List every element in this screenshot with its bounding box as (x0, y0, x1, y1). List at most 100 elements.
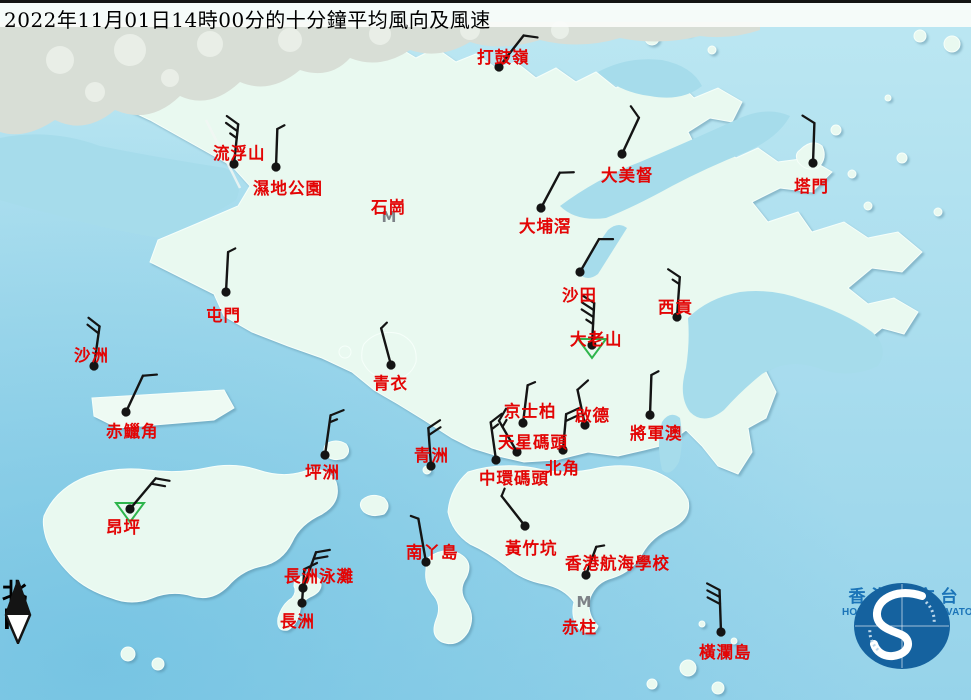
wind-barb-tick (316, 550, 330, 552)
wind-barb-tick (226, 123, 237, 131)
station-dot (512, 447, 521, 456)
wind-barb-tick (651, 371, 658, 375)
wind-barb-tick (707, 583, 719, 590)
wind-barb-shaft (126, 376, 143, 412)
wind-barb-tick (802, 116, 814, 123)
station-dot (426, 461, 435, 470)
wind-barb-tick (566, 415, 579, 421)
station-dot (575, 267, 584, 276)
wind-barb-tick (314, 556, 328, 558)
wind-barb-tick (88, 318, 99, 327)
station-大老山 (578, 295, 606, 358)
station-赤鱲角 (121, 375, 157, 417)
wind-barb-shaft (381, 328, 391, 365)
station-流浮山 (226, 116, 239, 169)
station-layer: MM (0, 0, 971, 700)
station-將軍澳 (645, 371, 658, 419)
wind-barb-shaft (523, 385, 528, 423)
wind-barb-tick (228, 248, 235, 252)
wind-barb-tick (156, 478, 170, 480)
wind-barb-tick (631, 106, 639, 117)
missing-data-marker: M (382, 208, 397, 226)
station-dot (421, 557, 430, 566)
station-坪洲 (320, 410, 343, 459)
wind-barb-shaft (276, 129, 277, 167)
station-大埔滘 (536, 172, 573, 212)
station-天星碼頭 (499, 409, 522, 457)
wind-barb-tick (582, 302, 594, 310)
wind-barb-tick (331, 410, 344, 415)
station-石崗: M (382, 208, 397, 226)
wind-barb-tick (502, 489, 505, 496)
station-屯門 (221, 248, 235, 296)
wind-barb-tick (230, 133, 237, 138)
station-沙田 (575, 239, 613, 277)
station-dot (320, 450, 329, 459)
wind-barb-tick (151, 484, 165, 486)
station-dot (518, 418, 527, 427)
wind-barb-shaft (580, 239, 599, 272)
station-塔門 (802, 116, 817, 168)
compass-arrow-icon (2, 580, 34, 644)
map-title: 2022年11月01日14時00分的十分鐘平均風向及風速 (4, 4, 491, 33)
station-青衣 (381, 323, 395, 370)
wind-barb-tick (596, 545, 604, 546)
station-橫瀾島 (707, 583, 725, 636)
wind-barb-tick (492, 424, 498, 429)
wind-barb-tick (429, 427, 441, 435)
wind-barb-tick (411, 516, 419, 519)
wind-barb-shaft (541, 173, 560, 208)
station-dot (125, 504, 134, 513)
station-dot (645, 410, 654, 419)
station-dot (494, 62, 503, 71)
wind-barb-tick (708, 597, 720, 604)
wind-barb-tick (566, 408, 579, 414)
station-打鼓嶺 (494, 35, 537, 71)
station-dot (386, 360, 395, 369)
station-dot (229, 159, 238, 168)
station-西貢 (668, 269, 681, 321)
station-dot (587, 340, 596, 349)
station-dot (271, 162, 280, 171)
wind-barb-shaft (302, 569, 304, 603)
wind-barb-tick (277, 125, 284, 129)
wind-barb-tick (143, 375, 157, 376)
station-dot (580, 420, 589, 429)
wind-barb-shaft (650, 375, 651, 415)
station-dot (297, 598, 306, 607)
wind-barb-tick (227, 116, 238, 124)
station-dot (121, 407, 130, 416)
wind-barb-tick (503, 420, 507, 427)
wind-barb-tick (578, 380, 588, 389)
station-dot (581, 570, 590, 579)
title-bar: 2022年11月01日14時00分的十分鐘平均風向及風速 (0, 0, 971, 27)
hko-logo-icon (842, 580, 962, 672)
station-黃竹坑 (502, 489, 530, 531)
station-dot (716, 627, 725, 636)
station-dot (808, 158, 817, 167)
station-大美督 (617, 106, 639, 158)
wind-barb-tick (582, 309, 594, 317)
wind-barb-tick (668, 269, 680, 277)
wind-barb-shaft (502, 496, 525, 526)
wind-barb-shaft (499, 421, 517, 452)
station-南丫島 (411, 516, 431, 567)
station-dot (672, 312, 681, 321)
wind-barb-tick (381, 323, 387, 329)
station-沙洲 (88, 318, 100, 371)
hko-logo: 香港天文台 HONG KONG OBSERVATORY (842, 580, 970, 618)
station-dot (536, 203, 545, 212)
wind-barb-tick (707, 590, 719, 597)
station-dot (221, 287, 230, 296)
station-dot (558, 445, 567, 454)
wind-barb-tick (582, 295, 594, 303)
station-香港航海學校 (581, 545, 604, 579)
station-京士柏 (518, 382, 535, 427)
wind-barb-shaft (226, 252, 228, 292)
wind-barb-shaft (499, 35, 524, 67)
wind-barb-tick (88, 325, 99, 334)
station-啟德 (578, 380, 590, 429)
station-dot (520, 521, 529, 530)
wind-barb-shaft (622, 118, 639, 154)
compass: 北 N (2, 580, 46, 634)
